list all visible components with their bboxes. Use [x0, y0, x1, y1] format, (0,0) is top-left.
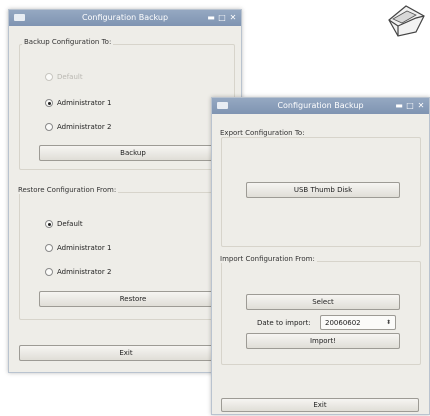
- radio-button[interactable]: [45, 73, 53, 81]
- option-label: Administrator 1: [57, 99, 112, 107]
- title-bar[interactable]: Configuration Backup ▬ □ ✕: [9, 10, 241, 26]
- window-menu-icon[interactable]: [14, 14, 25, 21]
- close-icon[interactable]: ✕: [229, 14, 237, 22]
- radio-button[interactable]: [45, 244, 53, 252]
- maximize-icon[interactable]: □: [406, 102, 414, 110]
- backup-window: Configuration Backup ▬ □ ✕ Backup Config…: [8, 9, 242, 373]
- import-button[interactable]: Import!: [246, 333, 400, 349]
- restore-option-administrator-2[interactable]: Administrator 2: [45, 268, 111, 276]
- radio-button[interactable]: [45, 123, 53, 131]
- export-import-window: Configuration Backup ▬ □ ✕ Export Config…: [211, 97, 430, 415]
- window-title: Configuration Backup: [81, 13, 169, 22]
- exit-button[interactable]: Exit: [221, 398, 419, 412]
- title-bar[interactable]: Configuration Backup ▬ □ ✕: [212, 98, 429, 114]
- restore-button[interactable]: Restore: [39, 291, 227, 307]
- date-to-import-label: Date to import:: [257, 319, 311, 327]
- window-title: Configuration Backup: [277, 101, 364, 110]
- option-label: Administrator 2: [57, 123, 112, 131]
- minimize-icon[interactable]: ▬: [395, 102, 403, 110]
- spin-arrows-icon: ⬍: [385, 319, 391, 326]
- window-menu-icon[interactable]: [217, 102, 228, 109]
- option-label: Administrator 1: [57, 244, 112, 252]
- usb-drive-icon: [388, 5, 425, 37]
- option-label: Administrator 2: [57, 268, 112, 276]
- backup-button[interactable]: Backup: [39, 145, 227, 161]
- restore-group-label: Restore Configuration From:: [16, 186, 119, 194]
- maximize-icon[interactable]: □: [218, 14, 226, 22]
- import-group: [221, 261, 421, 365]
- radio-button[interactable]: [45, 268, 53, 276]
- backup-option-default[interactable]: Default: [45, 73, 83, 81]
- backup-option-administrator-2[interactable]: Administrator 2: [45, 123, 111, 131]
- radio-button[interactable]: [45, 99, 53, 107]
- date-to-import-select[interactable]: 20060602 ⬍: [320, 315, 396, 330]
- option-label: Default: [57, 220, 83, 228]
- import-group-label: Import Configuration From:: [218, 255, 317, 263]
- export-group-label: Export Configuration To:: [218, 129, 307, 137]
- exit-button[interactable]: Exit: [19, 345, 233, 361]
- backup-option-administrator-1[interactable]: Administrator 1: [45, 99, 111, 107]
- restore-option-default[interactable]: Default: [45, 220, 83, 228]
- select-button[interactable]: Select: [246, 294, 400, 310]
- option-label: Default: [57, 73, 83, 81]
- restore-option-administrator-1[interactable]: Administrator 1: [45, 244, 111, 252]
- radio-button[interactable]: [45, 220, 53, 228]
- date-value: 20060602: [325, 318, 361, 327]
- close-icon[interactable]: ✕: [417, 102, 425, 110]
- usb-thumb-disk-button[interactable]: USB Thumb Disk: [246, 182, 400, 198]
- backup-group-label: Backup Configuration To:: [22, 38, 114, 46]
- minimize-icon[interactable]: ▬: [207, 14, 215, 22]
